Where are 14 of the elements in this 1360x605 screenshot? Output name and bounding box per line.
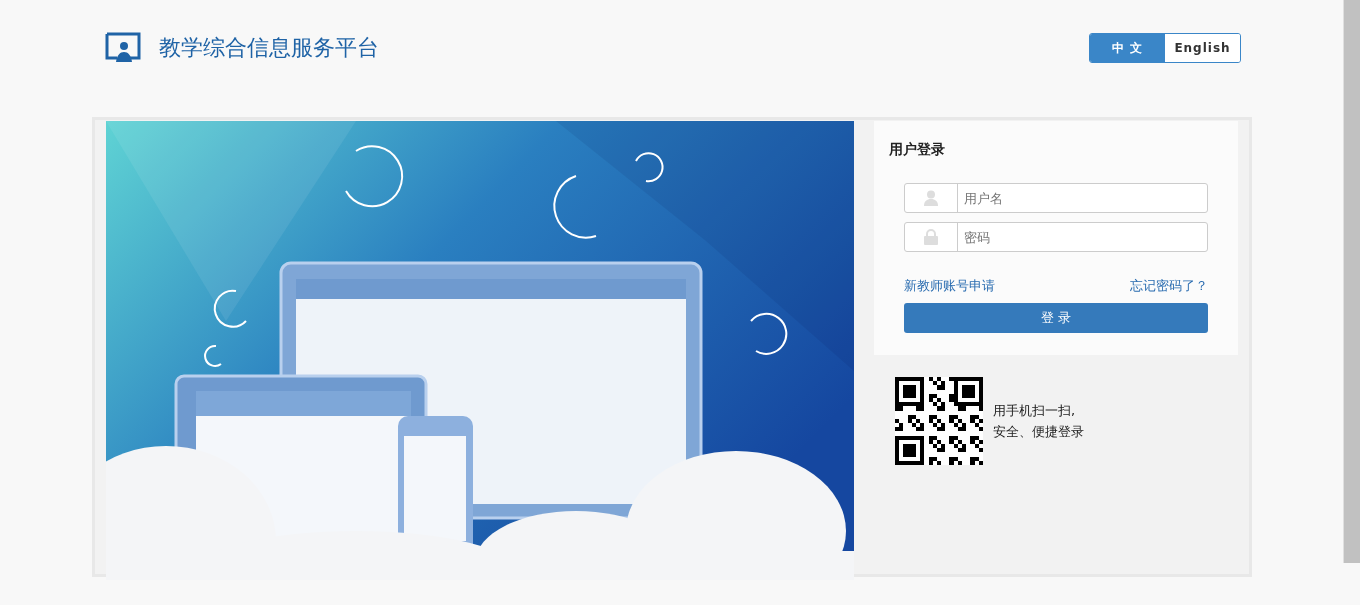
site-title: 教学综合信息服务平台: [159, 34, 379, 62]
register-link[interactable]: 新教师账号申请: [904, 277, 995, 295]
qr-code-icon: [895, 377, 983, 465]
scrollbar[interactable]: [1343, 0, 1360, 563]
screen-person-icon: [105, 32, 141, 64]
input-field[interactable]: 用户名: [904, 183, 1208, 213]
login-button[interactable]: 登 录: [904, 303, 1208, 333]
qr-caption: 用手机扫一扫,: [993, 402, 1077, 420]
language-tab[interactable]: 中 文: [1090, 34, 1165, 62]
qr-caption: 安全、便捷登录: [993, 423, 1084, 441]
login-title: 用户登录: [889, 141, 946, 159]
forgot-password-link[interactable]: 忘记密码了？: [1130, 277, 1208, 295]
input-field[interactable]: 密码: [904, 222, 1208, 252]
language-tab[interactable]: English: [1165, 34, 1240, 62]
